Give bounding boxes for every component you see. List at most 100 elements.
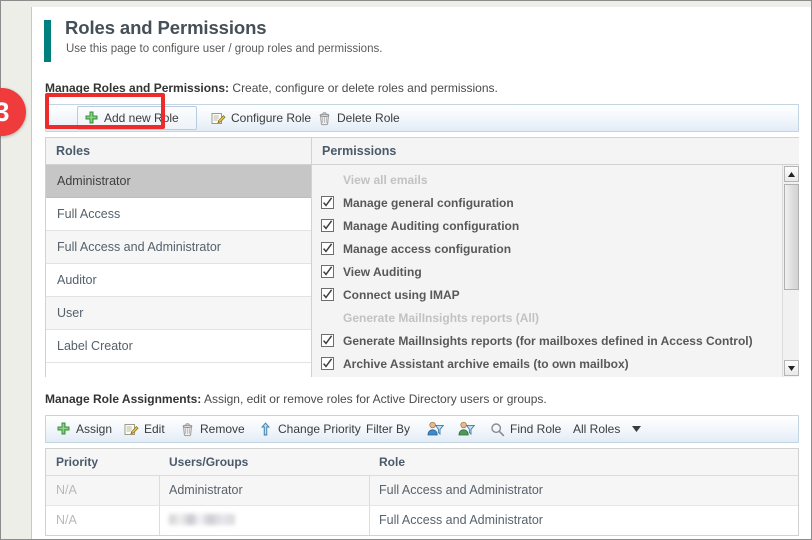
checkbox-checked-icon[interactable] [321, 357, 334, 370]
column-header-priority[interactable]: Priority [46, 449, 159, 475]
role-list-item[interactable]: Full Access [46, 198, 311, 231]
permissions-scrollbar[interactable] [782, 165, 799, 377]
filter-by-label: Filter By [366, 422, 411, 436]
configure-role-label: Configure Role [231, 111, 312, 125]
column-header-users-groups[interactable]: Users/Groups [159, 449, 369, 475]
permission-label: Generate MailInsights reports (for mailb… [343, 333, 753, 348]
permission-label: View all emails [343, 172, 428, 187]
permission-label: Generate MailInsights reports (All) [343, 310, 540, 325]
checkbox-checked-icon[interactable] [321, 242, 334, 255]
redacted-value [169, 514, 235, 525]
assignments-toolbar: Assign Edit Remove Change Priority Filte… [45, 415, 799, 443]
roles-section-caption: Manage Roles and Permissions: Create, co… [45, 81, 498, 95]
role-filter-value: All Roles [573, 422, 621, 436]
roles-caption-bold: Manage Roles and Permissions: [45, 81, 230, 95]
role-label: Full Access [57, 207, 121, 221]
role-list-item[interactable]: Administrator [46, 165, 311, 198]
table-row[interactable]: N/A Full Access and Administrator [46, 506, 798, 535]
cell-users-groups-redacted [159, 506, 369, 535]
roles-permissions-panel: Roles Permissions Administrator Full Acc… [45, 137, 799, 377]
page-subtitle: Use this page to configure user / group … [66, 43, 383, 55]
screenshot-root: Roles and Permissions Use this page to c… [0, 0, 812, 540]
priority-arrow-icon [258, 421, 273, 437]
permission-row[interactable]: View all emails [312, 168, 782, 191]
magnifier-icon [490, 422, 505, 437]
permission-label: Archive Assistant archive emails (to own… [343, 356, 629, 371]
role-list-item[interactable]: Full Access and Administrator [46, 231, 311, 264]
permission-row[interactable]: Generate MailInsights reports (for mailb… [312, 329, 782, 352]
add-new-role-label: Add new Role [104, 111, 179, 125]
permission-label: Connect using IMAP [343, 287, 460, 302]
role-filter-dropdown[interactable]: All Roles [567, 416, 647, 442]
assignments-caption-bold: Manage Role Assignments: [45, 392, 202, 406]
delete-role-label: Delete Role [337, 111, 400, 125]
remove-label: Remove [200, 422, 245, 436]
scrollbar-thumb[interactable] [784, 184, 799, 290]
role-label: Auditor [57, 273, 97, 287]
permission-label: Manage general configuration [343, 195, 514, 210]
permission-row[interactable]: Manage general configuration [312, 191, 782, 214]
group-filter-icon [458, 421, 475, 437]
checkbox-checked-icon[interactable] [321, 219, 334, 232]
trash-icon [180, 422, 195, 437]
role-label: User [57, 306, 84, 320]
column-header-role[interactable]: Role [369, 449, 798, 475]
trash-icon [317, 111, 332, 126]
permissions-list[interactable]: View all emails Manage general configura… [312, 165, 782, 377]
add-new-role-button[interactable]: Add new Role [77, 106, 197, 130]
page-title: Roles and Permissions [65, 17, 267, 38]
permission-row[interactable]: Connect using IMAP [312, 283, 782, 306]
checkbox-checked-icon[interactable] [321, 196, 334, 209]
filter-by-group-button[interactable] [452, 416, 481, 442]
assignments-caption-rest: Assign, edit or remove roles for Active … [201, 392, 547, 406]
role-list-item[interactable]: Auditor [46, 264, 311, 297]
edit-button[interactable]: Edit [118, 416, 171, 442]
edit-pencil-icon [211, 111, 226, 126]
role-label: Label Creator [57, 339, 133, 353]
table-row[interactable]: N/A Administrator Full Access and Admini… [46, 476, 798, 506]
change-priority-button[interactable]: Change Priority [252, 416, 367, 442]
chevron-down-icon [632, 426, 642, 432]
checkbox-checked-icon[interactable] [321, 265, 334, 278]
permissions-column-header: Permissions [312, 138, 799, 165]
assign-button[interactable]: Assign [50, 416, 118, 442]
permission-row[interactable]: Archive Assistant archive emails (to own… [312, 352, 782, 375]
permission-row[interactable]: Generate MailInsights reports (All) [312, 306, 782, 329]
plus-icon [84, 111, 99, 126]
plus-icon [56, 422, 71, 437]
role-assignments-grid: Priority Users/Groups Role N/A Administr… [45, 448, 799, 536]
cell-role: Full Access and Administrator [379, 483, 543, 497]
roles-list[interactable]: Administrator Full Access Full Access an… [46, 165, 312, 377]
permission-label: Manage access configuration [343, 241, 512, 256]
remove-button[interactable]: Remove [174, 416, 251, 442]
scroll-up-arrow-icon[interactable] [784, 166, 799, 182]
role-label: Full Access and Administrator [57, 240, 221, 254]
user-filter-icon [427, 421, 444, 437]
permission-row[interactable]: View Auditing [312, 260, 782, 283]
filter-by-user-button[interactable] [421, 416, 450, 442]
scroll-down-arrow-icon[interactable] [784, 360, 799, 376]
checkbox-checked-icon[interactable] [321, 334, 334, 347]
permission-row[interactable]: Manage Auditing configuration [312, 214, 782, 237]
roles-column-header: Roles [46, 138, 312, 165]
grid-header-row: Priority Users/Groups Role [46, 449, 798, 476]
role-list-item[interactable]: User [46, 297, 311, 330]
role-label: Administrator [57, 174, 131, 188]
cell-role: Full Access and Administrator [379, 513, 543, 527]
configure-role-button[interactable]: Configure Role [205, 105, 317, 131]
find-role-label: Find Role [510, 422, 562, 436]
change-priority-label: Change Priority [278, 422, 361, 436]
permission-row[interactable]: Manage access configuration [312, 237, 782, 260]
cell-priority: N/A [56, 513, 77, 527]
assignments-section-caption: Manage Role Assignments: Assign, edit or… [45, 392, 547, 406]
content-panel: Roles and Permissions Use this page to c… [31, 7, 811, 539]
find-role-button[interactable]: Find Role [484, 416, 567, 442]
cell-users-groups: Administrator [169, 483, 243, 497]
delete-role-button[interactable]: Delete Role [311, 105, 406, 131]
header-accent-bar [44, 20, 51, 62]
cell-priority: N/A [56, 483, 77, 497]
checkbox-checked-icon[interactable] [321, 288, 334, 301]
role-list-item[interactable]: Label Creator [46, 330, 311, 363]
edit-pencil-icon [124, 422, 139, 437]
roles-caption-rest: Create, configure or delete roles and pe… [229, 81, 498, 95]
